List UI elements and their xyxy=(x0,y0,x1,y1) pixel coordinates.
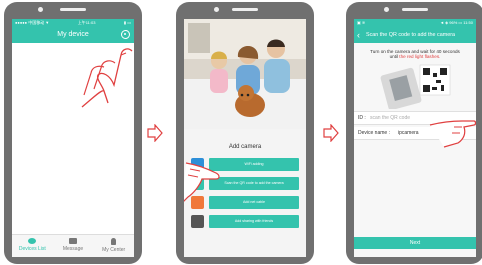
pointing-hand-icon xyxy=(81,48,133,108)
tab-my-center[interactable]: My Center xyxy=(93,235,134,257)
phone-camera-dot xyxy=(384,7,389,12)
phone-step-1: ●●●●● 中国移动 ▼ 上午11:03 ▮ ▭ My device Devic… xyxy=(4,2,142,264)
phone-step-2: Add camera WiFi adding Scan the QR code … xyxy=(176,2,314,264)
header-bar: ‹ Scan the QR code to add the camera xyxy=(354,27,476,43)
status-bar: ●●●●● 中国移动 ▼ 上午11:03 ▮ ▭ xyxy=(12,19,134,27)
back-arrow-icon[interactable]: ‹ xyxy=(357,27,360,43)
family-photo xyxy=(184,19,306,129)
phone-camera-dot xyxy=(38,7,43,12)
next-button[interactable]: Next xyxy=(354,237,476,249)
option-label: Add sharing with friends xyxy=(209,215,299,228)
status-icons: ▣ ≋ xyxy=(357,20,366,25)
id-label: ID : xyxy=(358,115,366,121)
device-icon xyxy=(28,238,37,244)
tab-label: Devices List xyxy=(18,246,46,252)
screen-my-device: ●●●●● 中国移动 ▼ 上午11:03 ▮ ▭ My device Devic… xyxy=(12,19,134,257)
phone-speaker xyxy=(402,8,428,11)
settings-icon[interactable] xyxy=(121,30,130,39)
pointing-hand-icon xyxy=(184,162,220,202)
status-time: 上午11:03 xyxy=(77,20,96,25)
envelope-icon xyxy=(69,238,77,244)
bottom-tab-bar: Devices List Message My Center xyxy=(12,234,134,257)
share-icon xyxy=(191,215,204,228)
device-name-label: Device name : xyxy=(358,130,390,136)
next-label: Next xyxy=(409,240,421,246)
phone-step-3: ▣ ≋ ◄ ◈ 96% ▭ 11:50 ‹ Scan the QR code t… xyxy=(346,2,482,264)
screen-add-camera: Add camera WiFi adding Scan the QR code … xyxy=(184,19,306,257)
step-arrow-icon xyxy=(323,124,339,142)
step-arrow-icon xyxy=(147,124,163,142)
pointing-hand-icon xyxy=(429,120,476,148)
status-battery: ◄ ◈ 96% ▭ 11:50 xyxy=(440,20,473,25)
phone-speaker xyxy=(60,8,86,11)
page-title: My device xyxy=(57,31,89,38)
tab-devices-list[interactable]: Devices List xyxy=(12,235,53,257)
instruction-line-2: until the red light flashes. xyxy=(354,54,476,59)
status-battery: ▮ ▭ xyxy=(123,20,131,25)
instruction-highlight: the red light flashes. xyxy=(399,54,441,59)
person-icon xyxy=(111,238,117,245)
camera-qr-illustration xyxy=(380,64,451,109)
tab-label: Message xyxy=(62,246,84,252)
tab-message[interactable]: Message xyxy=(53,235,94,257)
page-title: Scan the QR code to add the camera xyxy=(366,32,455,38)
status-carrier: ●●●●● 中国移动 ▼ xyxy=(15,20,50,25)
status-bar: ▣ ≋ ◄ ◈ 96% ▭ 11:50 xyxy=(354,19,476,27)
option-share-friends[interactable]: Add sharing with friends xyxy=(191,215,299,228)
instruction-prefix: until xyxy=(389,54,400,59)
header-bar: My device xyxy=(12,27,134,43)
phone-speaker xyxy=(232,8,258,11)
screen-scan-qr: ▣ ≋ ◄ ◈ 96% ▭ 11:50 ‹ Scan the QR code t… xyxy=(354,19,476,257)
phone-camera-dot xyxy=(214,7,219,12)
tab-label: My Center xyxy=(102,247,126,253)
add-camera-title: Add camera xyxy=(228,144,262,150)
